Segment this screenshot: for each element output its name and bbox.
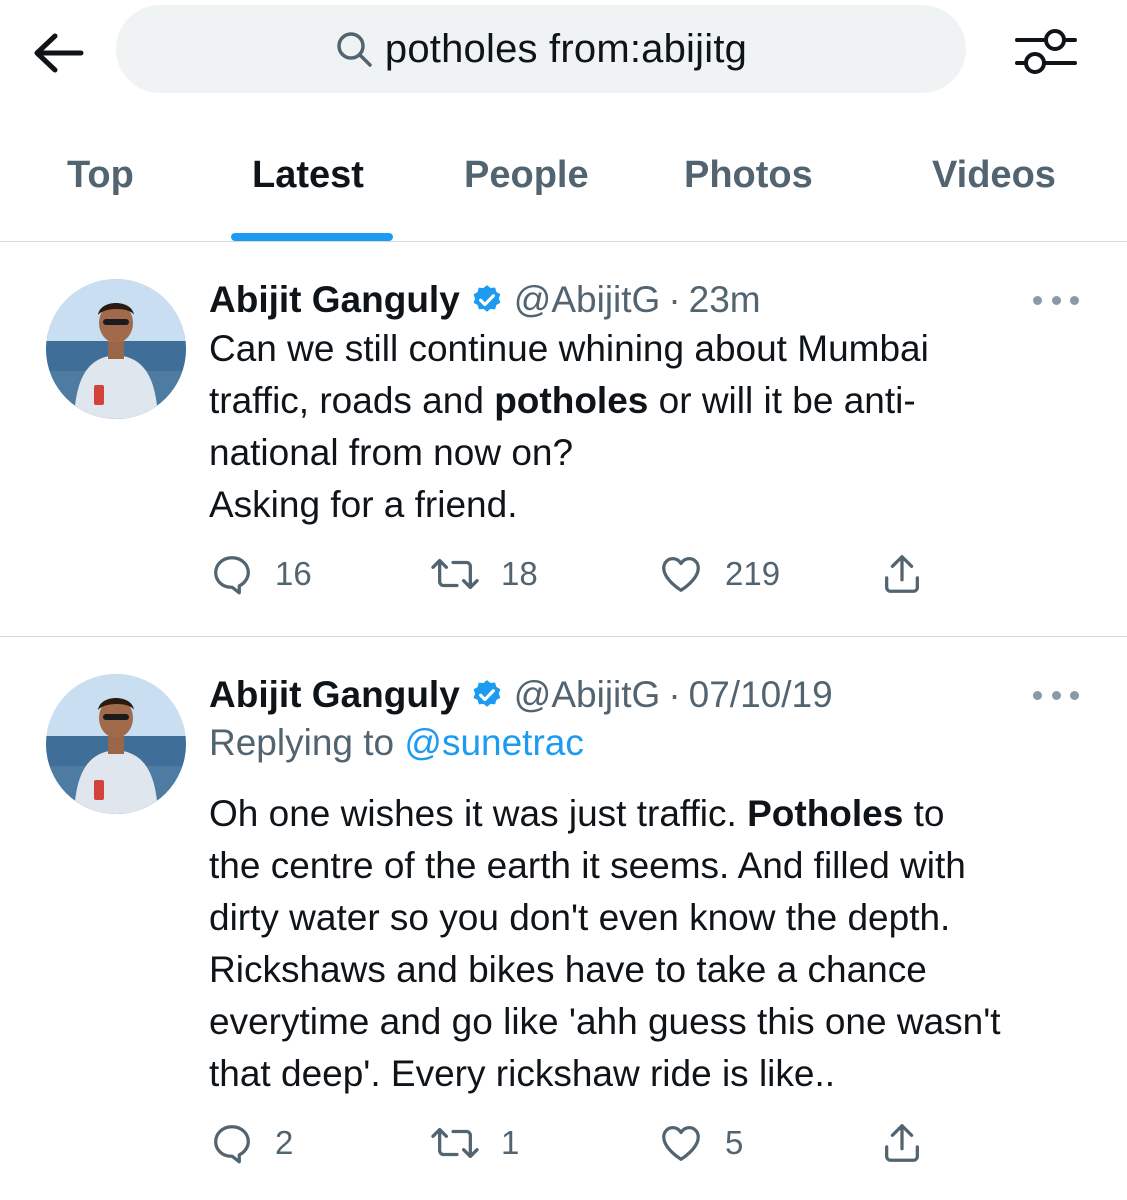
share-icon (885, 555, 919, 593)
share-icon (885, 1124, 919, 1162)
mention-link[interactable]: @sunetrac (404, 722, 583, 763)
tab-photos[interactable]: Photos (684, 154, 813, 197)
author-handle[interactable]: @AbijitG (514, 674, 661, 716)
filter-sliders-icon (1015, 29, 1077, 74)
like-count: 5 (725, 1124, 744, 1161)
tweet-text-line: dirty water so you don't even know the d… (209, 897, 951, 938)
heart-icon (662, 557, 700, 592)
retweet-icon (431, 558, 479, 590)
tweet-text-line: traffic, roads and potholes or will it b… (209, 380, 916, 421)
author-handle[interactable]: @AbijitG (514, 279, 661, 321)
author-name[interactable]: Abijit Ganguly (209, 674, 460, 716)
share-button[interactable] (879, 1118, 925, 1168)
tab-latest[interactable]: Latest (252, 154, 364, 197)
tweet-text-line: Can we still continue whining about Mumb… (209, 328, 929, 369)
retweet-icon (431, 1127, 479, 1159)
replying-to: Replying to @sunetrac (209, 722, 584, 764)
tweet[interactable]: Abijit Ganguly @AbijitG · 23m Can we sti… (0, 243, 1127, 637)
verified-badge-icon (470, 678, 504, 712)
tweet-text-line: national from now on? (209, 432, 574, 473)
like-button[interactable]: 5 (657, 1118, 743, 1168)
replying-to-label: Replying to (209, 722, 405, 763)
heart-icon (662, 1126, 700, 1161)
verified-badge-icon (470, 283, 504, 317)
more-dots-icon[interactable] (1033, 684, 1079, 706)
tweet-timestamp[interactable]: 23m (689, 279, 761, 321)
reply-button[interactable]: 16 (209, 549, 312, 599)
retweet-count: 1 (501, 1124, 520, 1161)
search-tabs: Top Latest People Photos Videos (0, 120, 1127, 242)
retweet-button[interactable]: 1 (429, 1118, 519, 1168)
active-tab-indicator (231, 233, 393, 241)
tweet-text-line: Rickshaws and bikes have to take a chanc… (209, 949, 927, 990)
tab-top[interactable]: Top (67, 154, 134, 197)
search-query: potholes from:abijitg (384, 26, 748, 71)
tweet-text-line: everytime and go like 'ahh guess this on… (209, 1001, 1001, 1042)
tweet-text-line: Oh one wishes it was just traffic. Potho… (209, 793, 945, 834)
more-dots-icon[interactable] (1033, 289, 1079, 311)
tweet-header: Abijit Ganguly @AbijitG · 23m (209, 275, 761, 325)
tweet-timestamp[interactable]: 07/10/19 (689, 674, 833, 716)
tweet-text-line: Asking for a friend. (209, 484, 518, 525)
retweet-count: 18 (501, 555, 538, 592)
search-filter-button[interactable] (1010, 22, 1082, 80)
highlighted-term: Potholes (747, 793, 904, 834)
tweet-actions: 2 1 5 (209, 1118, 949, 1168)
like-button[interactable]: 219 (657, 549, 780, 599)
author-name[interactable]: Abijit Ganguly (209, 279, 460, 321)
tweet-actions: 16 18 219 (209, 549, 949, 599)
reply-count: 16 (275, 555, 312, 592)
search-input[interactable]: potholes from:abijitg (116, 5, 966, 93)
tweet-text: Oh one wishes it was just traffic. Potho… (209, 788, 1089, 1100)
avatar[interactable] (46, 279, 186, 419)
reply-icon (214, 556, 250, 595)
share-button[interactable] (879, 549, 925, 599)
reply-count: 2 (275, 1124, 294, 1161)
tab-people[interactable]: People (464, 154, 589, 197)
back-button[interactable] (30, 24, 88, 82)
separator-dot: · (668, 674, 681, 715)
search-icon (337, 32, 372, 67)
avatar[interactable] (46, 674, 186, 814)
reply-button[interactable]: 2 (209, 1118, 293, 1168)
search-header: potholes from:abijitg (0, 0, 1127, 100)
tab-videos[interactable]: Videos (932, 154, 1056, 197)
reply-icon (214, 1125, 250, 1164)
arrow-left-icon (34, 33, 84, 73)
tweet-text-line: the centre of the earth it seems. And fi… (209, 845, 966, 886)
retweet-button[interactable]: 18 (429, 549, 538, 599)
highlighted-term: potholes (494, 380, 649, 421)
like-count: 219 (725, 555, 781, 592)
tweet[interactable]: Abijit Ganguly @AbijitG · 07/10/19 Reply… (0, 638, 1127, 1200)
tweet-text-line: that deep'. Every rickshaw ride is like.… (209, 1053, 836, 1094)
tweet-text: Can we still continue whining about Mumb… (209, 323, 1089, 531)
tweet-header: Abijit Ganguly @AbijitG · 07/10/19 (209, 670, 833, 720)
separator-dot: · (668, 279, 681, 320)
